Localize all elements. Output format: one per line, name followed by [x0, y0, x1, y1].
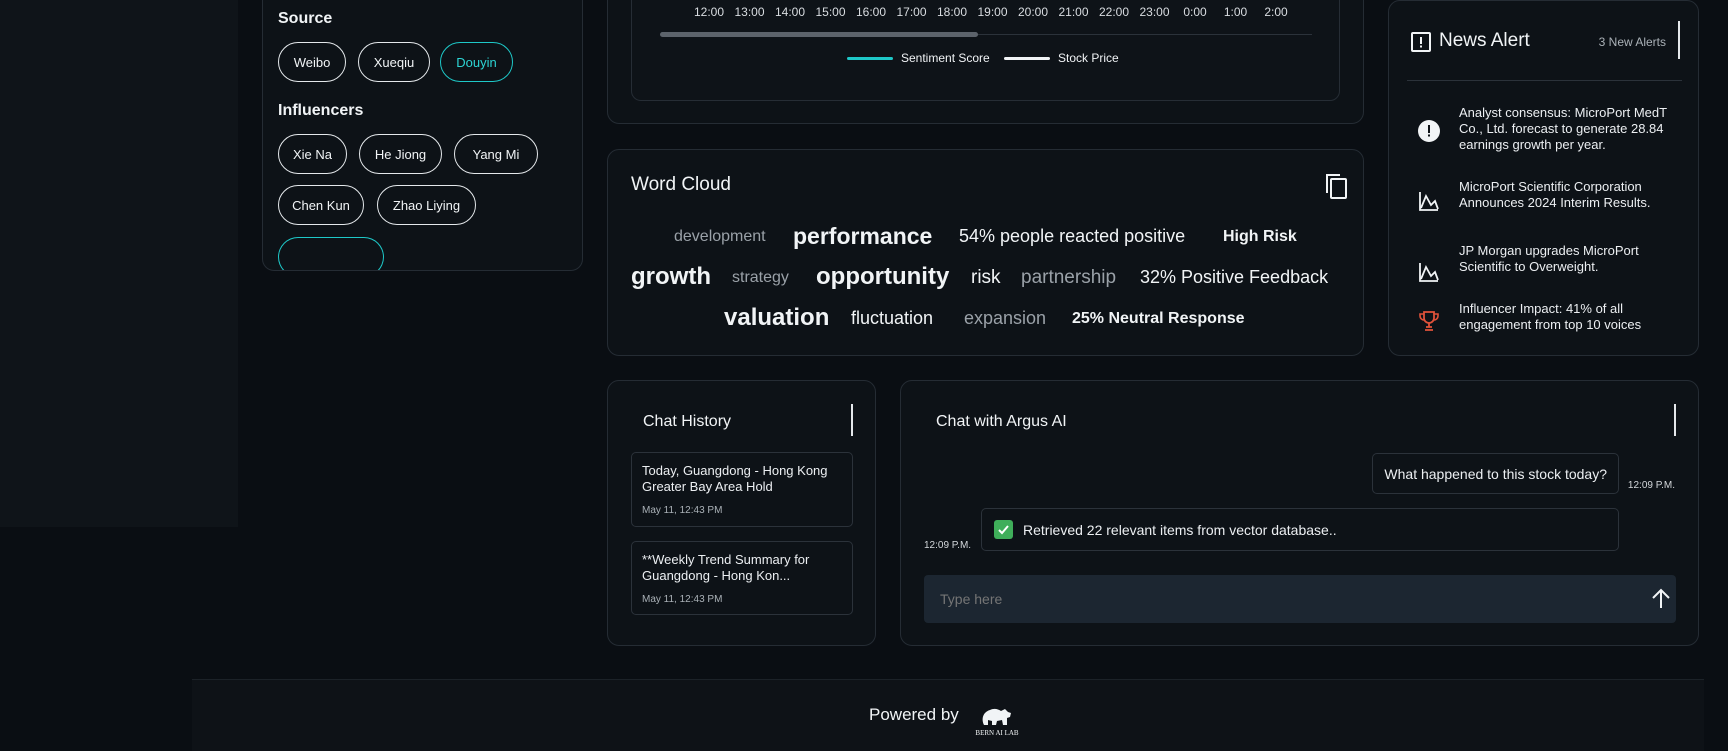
news-alert-title: News Alert — [1439, 30, 1530, 51]
legend-sentiment[interactable]: Sentiment Score — [847, 51, 990, 65]
source-pill-douyin[interactable]: Douyin — [440, 42, 513, 82]
news-divider — [1407, 80, 1682, 81]
history-item-date: May 11, 12:43 PM — [642, 594, 723, 605]
news-alert-panel: News Alert 3 New Alerts Analyst consensu… — [1388, 0, 1699, 356]
word-valuation: valuation — [724, 304, 830, 331]
chat-panel: Chat with Argus AI What happened to this… — [900, 380, 1699, 646]
chat-history-title: Chat History — [643, 413, 732, 430]
influencers-title: Influencers — [278, 102, 364, 119]
sentiment-chart: 12:00 13:00 14:00 15:00 16:00 17:00 18:00 19:00… — [631, 0, 1340, 101]
bot-message-time: 12:09 P.M. — [924, 540, 972, 551]
x-axis-tick: 16:00 — [855, 5, 887, 19]
history-item[interactable]: **Weekly Trend Summary for Guangdong - H… — [631, 541, 853, 615]
bern-ai-lab-logo: BERN AI LAB — [975, 708, 1019, 737]
x-axis-tick: 19:00 — [977, 5, 1008, 19]
news-item-1[interactable]: Analyst consensus: MicroPort MedT Co., L… — [1459, 105, 1698, 153]
checkmark-icon — [994, 520, 1013, 539]
x-axis-tick: 22:00 — [1098, 5, 1130, 19]
source-title: Source — [278, 10, 333, 27]
legend-stock-price[interactable]: Stock Price — [1004, 51, 1119, 65]
x-axis-tick: 2:00 — [1264, 5, 1288, 19]
x-axis-tick: 23:00 — [1139, 5, 1170, 19]
word-54-positive: 54% people reacted positive — [959, 226, 1186, 246]
word-cloud-panel: Word Cloud development performance 54% p… — [607, 149, 1364, 356]
user-message: What happened to this stock today? — [1372, 453, 1619, 494]
x-axis-tick: 18:00 — [936, 5, 968, 19]
news-scroll-indicator — [1678, 21, 1680, 59]
word-fluctuation: fluctuation — [851, 308, 934, 328]
influencer-pill-xie-na[interactable]: Xie Na — [278, 134, 347, 174]
x-axis-tick: 0:00 — [1183, 5, 1207, 19]
news-item-4[interactable]: Influencer Impact: 41% of all engagement… — [1459, 301, 1698, 333]
word-opportunity: opportunity — [816, 263, 950, 290]
x-axis-tick: 21:00 — [1058, 5, 1089, 19]
chat-scroll-indicator — [1674, 404, 1676, 436]
x-axis-tick: 12:00 — [693, 5, 725, 19]
alert-circle-icon — [1418, 120, 1440, 142]
word-performance: performance — [793, 223, 933, 249]
history-scroll-indicator — [851, 404, 853, 436]
legend-swatch-sentiment — [847, 56, 893, 60]
influencer-pill-chen-kun[interactable]: Chen Kun — [278, 185, 364, 225]
x-axis-tick: 13:00 — [734, 5, 765, 19]
history-item-date: May 11, 12:43 PM — [642, 505, 723, 516]
filter-panel: Source Weibo Xueqiu Douyin Influencers X… — [262, 0, 583, 271]
legend-label: Sentiment Score — [901, 51, 990, 65]
word-25-neutral: 25% Neutral Response — [1072, 310, 1245, 327]
word-32-positive: 32% Positive Feedback — [1140, 267, 1329, 287]
chat-title: Chat with Argus AI — [936, 413, 1067, 430]
influencer-pill-he-jiong[interactable]: He Jiong — [359, 134, 442, 174]
x-axis-tick: 1:00 — [1223, 5, 1248, 19]
word-high-risk: High Risk — [1223, 228, 1297, 245]
x-axis-tick: 14:00 — [774, 5, 806, 19]
word-partnership: partnership — [1021, 267, 1117, 288]
send-arrow-icon[interactable] — [1648, 586, 1674, 612]
source-pill-weibo[interactable]: Weibo — [278, 42, 346, 82]
footer: Powered by BERN AI LAB — [192, 679, 1704, 751]
history-item-title: Today, Guangdong - Hong Kong Greater Bay… — [642, 463, 828, 494]
bot-message-text: Retrieved 22 relevant items from vector … — [1023, 521, 1337, 538]
powered-by-text: Powered by — [869, 705, 959, 724]
influencer-pill-zhao-liying[interactable]: Zhao Liying — [377, 185, 476, 225]
line-chart-icon — [1419, 263, 1439, 282]
source-pill-xueqiu[interactable]: Xueqiu — [358, 42, 430, 82]
chat-history-panel: Chat History Today, Guangdong - Hong Kon… — [607, 380, 876, 646]
left-background-panel — [0, 0, 238, 527]
chat-input[interactable] — [924, 575, 1676, 623]
line-chart-icon — [1419, 192, 1439, 211]
x-axis-tick: 20:00 — [1017, 5, 1049, 19]
word-risk: risk — [971, 267, 1001, 288]
x-axis-tick: 17:00 — [896, 5, 927, 19]
chart-scroll-thumb[interactable] — [660, 32, 978, 37]
logo-text: BERN AI LAB — [975, 729, 1019, 737]
influencer-pill-yang-mi[interactable]: Yang Mi — [454, 134, 538, 174]
word-cloud-title: Word Cloud — [631, 174, 731, 195]
legend-swatch-stock — [1004, 56, 1050, 60]
copy-icon[interactable] — [1323, 172, 1349, 200]
alert-square-icon — [1411, 32, 1431, 52]
influencer-pill-partial[interactable] — [278, 237, 384, 270]
word-growth: growth — [631, 263, 711, 290]
news-item-2[interactable]: MicroPort Scientific Corporation Announc… — [1459, 179, 1698, 211]
news-alert-count: 3 New Alerts — [1598, 35, 1666, 49]
word-expansion: expansion — [964, 308, 1047, 328]
bot-message: Retrieved 22 relevant items from vector … — [981, 508, 1619, 551]
word-development: development — [674, 228, 766, 245]
news-item-3[interactable]: JP Morgan upgrades MicroPort Scientific … — [1459, 243, 1698, 275]
user-message-time: 12:09 P.M. — [1627, 480, 1675, 491]
history-item[interactable]: Today, Guangdong - Hong Kong Greater Bay… — [631, 452, 853, 527]
history-item-title: **Weekly Trend Summary for Guangdong - H… — [642, 552, 810, 583]
trophy-icon — [1419, 311, 1439, 331]
legend-label: Stock Price — [1058, 51, 1119, 65]
word-strategy: strategy — [732, 269, 789, 286]
x-axis-tick: 15:00 — [815, 5, 846, 19]
